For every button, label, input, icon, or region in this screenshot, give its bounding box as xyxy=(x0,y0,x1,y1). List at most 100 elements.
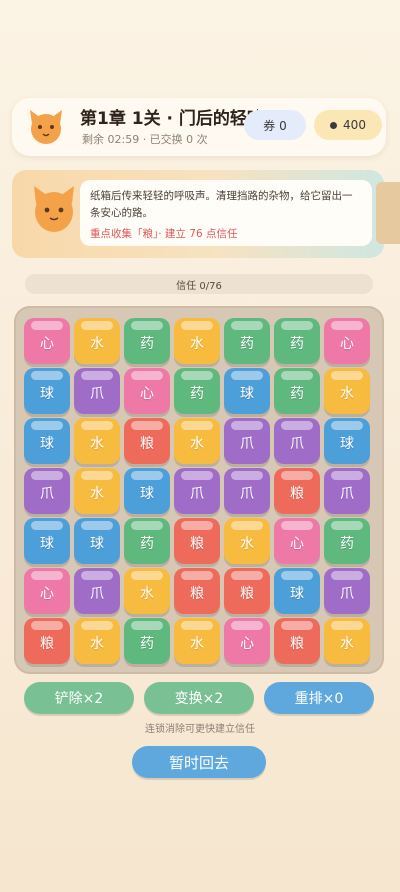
tile-label: 爪 xyxy=(240,436,254,452)
tile-claw[interactable]: 爪 xyxy=(324,568,370,614)
tile-label: 药 xyxy=(340,536,354,552)
tile-label: 药 xyxy=(240,336,254,352)
tile-claw[interactable]: 爪 xyxy=(24,468,70,514)
tile-food[interactable]: 粮 xyxy=(274,468,320,514)
story-text: 纸箱后传来轻轻的呼吸声。清理挡路的杂物，给它留出一条安心的路。 xyxy=(90,190,353,219)
tile-label: 药 xyxy=(140,536,154,552)
tile-ball[interactable]: 球 xyxy=(224,368,270,414)
tile-heart[interactable]: 心 xyxy=(24,318,70,364)
tile-label: 水 xyxy=(90,336,104,352)
tile-label: 爪 xyxy=(340,586,354,602)
tile-ball[interactable]: 球 xyxy=(274,568,320,614)
tile-label: 水 xyxy=(90,436,104,452)
tile-label: 球 xyxy=(40,436,54,452)
tile-label: 粮 xyxy=(240,586,254,602)
level-status: 剩余 02:59 · 已交换 0 次 xyxy=(82,133,208,146)
tile-ball[interactable]: 球 xyxy=(124,468,170,514)
tile-water[interactable]: 水 xyxy=(74,418,120,464)
ticket-label: 券 0 xyxy=(263,118,287,133)
story-card: 纸箱后传来轻轻的呼吸声。清理挡路的杂物，给它留出一条安心的路。 重点收集「粮」·… xyxy=(12,170,384,258)
tile-ball[interactable]: 球 xyxy=(24,418,70,464)
tile-label: 爪 xyxy=(290,436,304,452)
coin-icon xyxy=(330,121,338,129)
ticket-counter[interactable]: 券 0 xyxy=(244,110,306,140)
tile-water[interactable]: 水 xyxy=(174,318,220,364)
tile-medicine[interactable]: 药 xyxy=(174,368,220,414)
tile-label: 球 xyxy=(240,386,254,402)
tile-claw[interactable]: 爪 xyxy=(224,418,270,464)
tile-food[interactable]: 粮 xyxy=(224,568,270,614)
tile-claw[interactable]: 爪 xyxy=(174,468,220,514)
tile-medicine[interactable]: 药 xyxy=(274,368,320,414)
tile-label: 球 xyxy=(340,436,354,452)
tile-water[interactable]: 水 xyxy=(74,318,120,364)
tile-ball[interactable]: 球 xyxy=(324,418,370,464)
tile-label: 药 xyxy=(140,336,154,352)
tile-claw[interactable]: 爪 xyxy=(224,468,270,514)
tile-medicine[interactable]: 药 xyxy=(324,518,370,564)
side-tab[interactable] xyxy=(376,182,400,244)
tile-label: 球 xyxy=(140,486,154,502)
tile-ball[interactable]: 球 xyxy=(24,518,70,564)
tile-claw[interactable]: 爪 xyxy=(324,468,370,514)
tile-label: 水 xyxy=(90,486,104,502)
tile-label: 粮 xyxy=(140,436,154,452)
tile-food[interactable]: 粮 xyxy=(24,618,70,664)
tile-heart[interactable]: 心 xyxy=(224,618,270,664)
tile-medicine[interactable]: 药 xyxy=(274,318,320,364)
tile-label: 水 xyxy=(140,586,154,602)
coin-counter[interactable]: 400 xyxy=(314,110,382,140)
tile-label: 药 xyxy=(140,636,154,652)
tile-heart[interactable]: 心 xyxy=(274,518,320,564)
tile-medicine[interactable]: 药 xyxy=(124,318,170,364)
tile-ball[interactable]: 球 xyxy=(74,518,120,564)
tile-label: 心 xyxy=(40,336,54,352)
tile-water[interactable]: 水 xyxy=(74,618,120,664)
tile-water[interactable]: 水 xyxy=(124,568,170,614)
tile-water[interactable]: 水 xyxy=(224,518,270,564)
tile-label: 水 xyxy=(190,636,204,652)
tile-claw[interactable]: 爪 xyxy=(74,568,120,614)
tile-label: 心 xyxy=(40,586,54,602)
leave-button[interactable]: 暂时回去 xyxy=(132,746,266,778)
tile-label: 心 xyxy=(340,336,354,352)
swap-tool-button[interactable]: 变换×2 xyxy=(144,682,254,714)
tile-water[interactable]: 水 xyxy=(174,618,220,664)
tile-ball[interactable]: 球 xyxy=(24,368,70,414)
trust-label: 信任 0/76 xyxy=(176,280,222,292)
tile-food[interactable]: 粮 xyxy=(274,618,320,664)
tile-label: 爪 xyxy=(90,386,104,402)
tile-water[interactable]: 水 xyxy=(174,418,220,464)
tile-water[interactable]: 水 xyxy=(324,368,370,414)
tile-water[interactable]: 水 xyxy=(74,468,120,514)
tile-label: 水 xyxy=(190,436,204,452)
tile-food[interactable]: 粮 xyxy=(174,518,220,564)
tile-heart[interactable]: 心 xyxy=(324,318,370,364)
tile-claw[interactable]: 爪 xyxy=(74,368,120,414)
tile-label: 药 xyxy=(290,336,304,352)
tile-food[interactable]: 粮 xyxy=(124,418,170,464)
tile-claw[interactable]: 爪 xyxy=(274,418,320,464)
shuffle-tool-button[interactable]: 重排×0 xyxy=(264,682,374,714)
tile-label: 心 xyxy=(140,386,154,402)
tile-label: 水 xyxy=(90,636,104,652)
tile-label: 心 xyxy=(240,636,254,652)
tile-medicine[interactable]: 药 xyxy=(124,618,170,664)
story-bubble: 纸箱后传来轻轻的呼吸声。清理挡路的杂物，给它留出一条安心的路。 重点收集「粮」·… xyxy=(80,180,372,246)
tile-medicine[interactable]: 药 xyxy=(124,518,170,564)
tile-label: 爪 xyxy=(40,486,54,502)
tile-heart[interactable]: 心 xyxy=(124,368,170,414)
tile-label: 药 xyxy=(290,386,304,402)
tile-medicine[interactable]: 药 xyxy=(224,318,270,364)
tile-label: 水 xyxy=(190,336,204,352)
tile-label: 粮 xyxy=(190,586,204,602)
tile-label: 水 xyxy=(340,636,354,652)
trust-progress-bar: 信任 0/76 xyxy=(25,274,373,294)
tile-label: 爪 xyxy=(240,486,254,502)
tile-label: 球 xyxy=(90,536,104,552)
hint-text: 连锁消除可更快建立信任 xyxy=(145,724,255,735)
tile-food[interactable]: 粮 xyxy=(174,568,220,614)
tile-heart[interactable]: 心 xyxy=(24,568,70,614)
remove-tool-button[interactable]: 铲除×2 xyxy=(24,682,134,714)
tile-water[interactable]: 水 xyxy=(324,618,370,664)
